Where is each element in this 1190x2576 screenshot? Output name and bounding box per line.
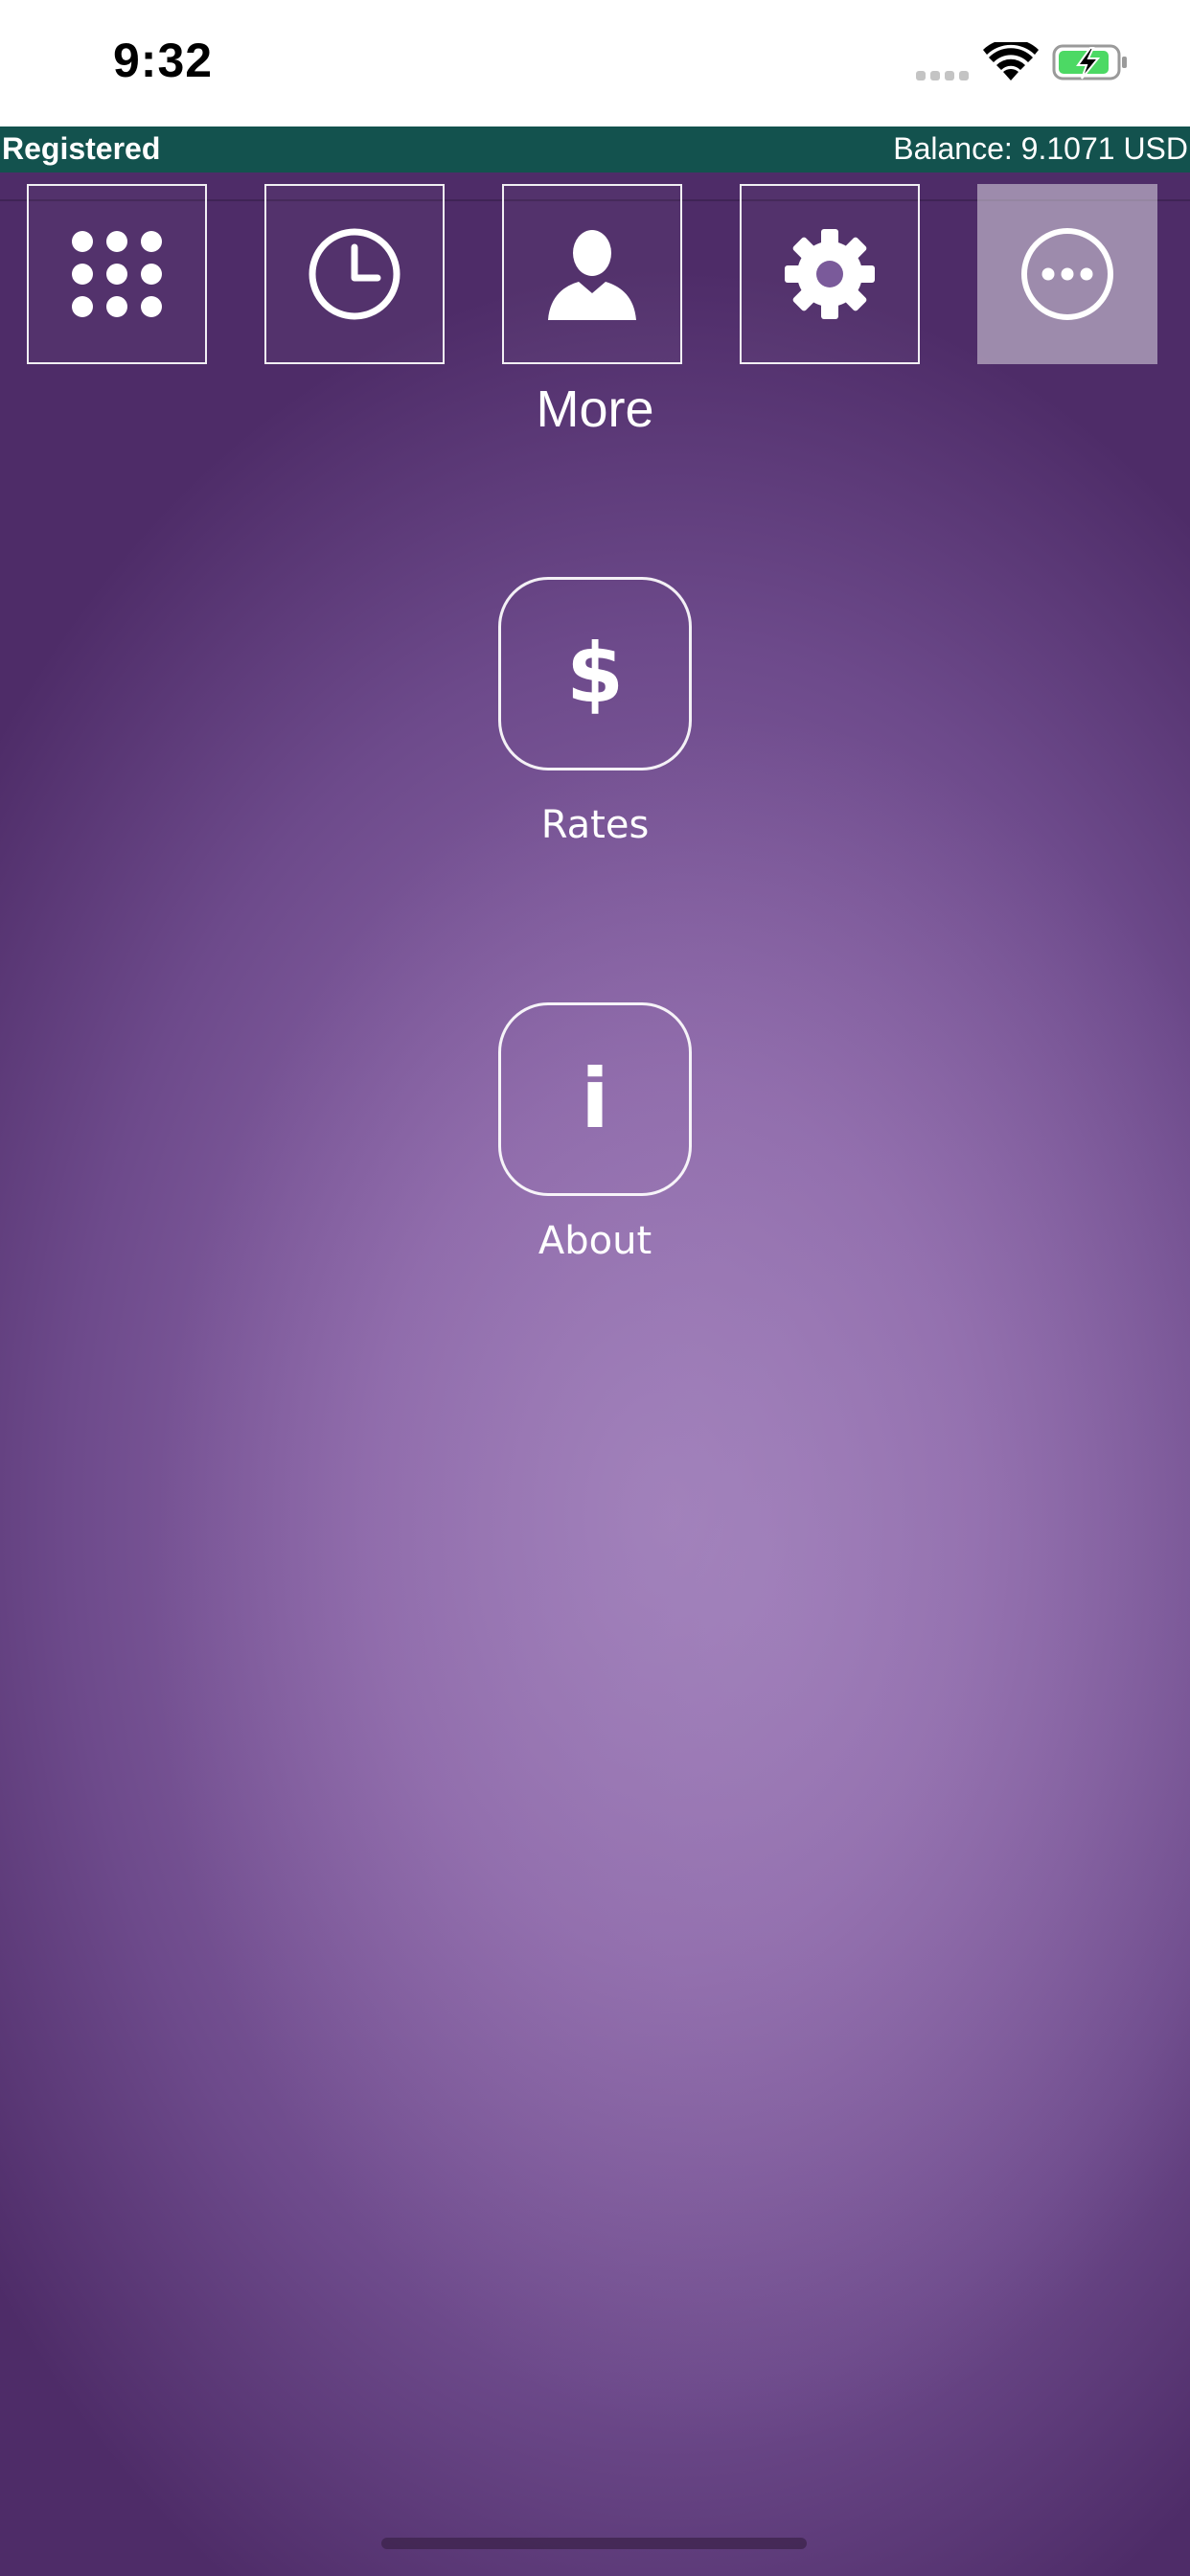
tab-more[interactable] [977,184,1157,364]
about-button[interactable]: i [498,1002,692,1196]
status-bar: 9:32 [0,0,1190,126]
home-indicator[interactable] [381,2538,807,2549]
balance-label: Balance: 9.1071 USD [893,131,1188,166]
status-time: 9:32 [113,34,214,87]
page-title: More [536,380,654,438]
cellular-signal-icon [916,71,969,80]
rates-button[interactable]: $ [498,577,692,770]
battery-charging-icon [1052,44,1127,80]
tab-dialpad[interactable] [27,184,207,364]
account-status-bar: Registered Balance: 9.1071 USD [0,126,1190,172]
dollar-icon: $ [566,626,624,722]
gear-icon [785,229,875,319]
dialpad-icon [72,231,162,317]
tab-history[interactable] [264,184,445,364]
person-icon [548,230,636,320]
registration-status: Registered [2,131,161,166]
info-icon: i [581,1051,609,1147]
ellipsis-icon [1021,228,1113,320]
main-content [0,172,1190,2576]
clock-icon [309,228,400,320]
rates-label: Rates [540,803,650,847]
wifi-icon [983,42,1039,80]
tab-settings[interactable] [740,184,920,364]
about-label: About [538,1219,652,1263]
tab-contacts[interactable] [502,184,682,364]
